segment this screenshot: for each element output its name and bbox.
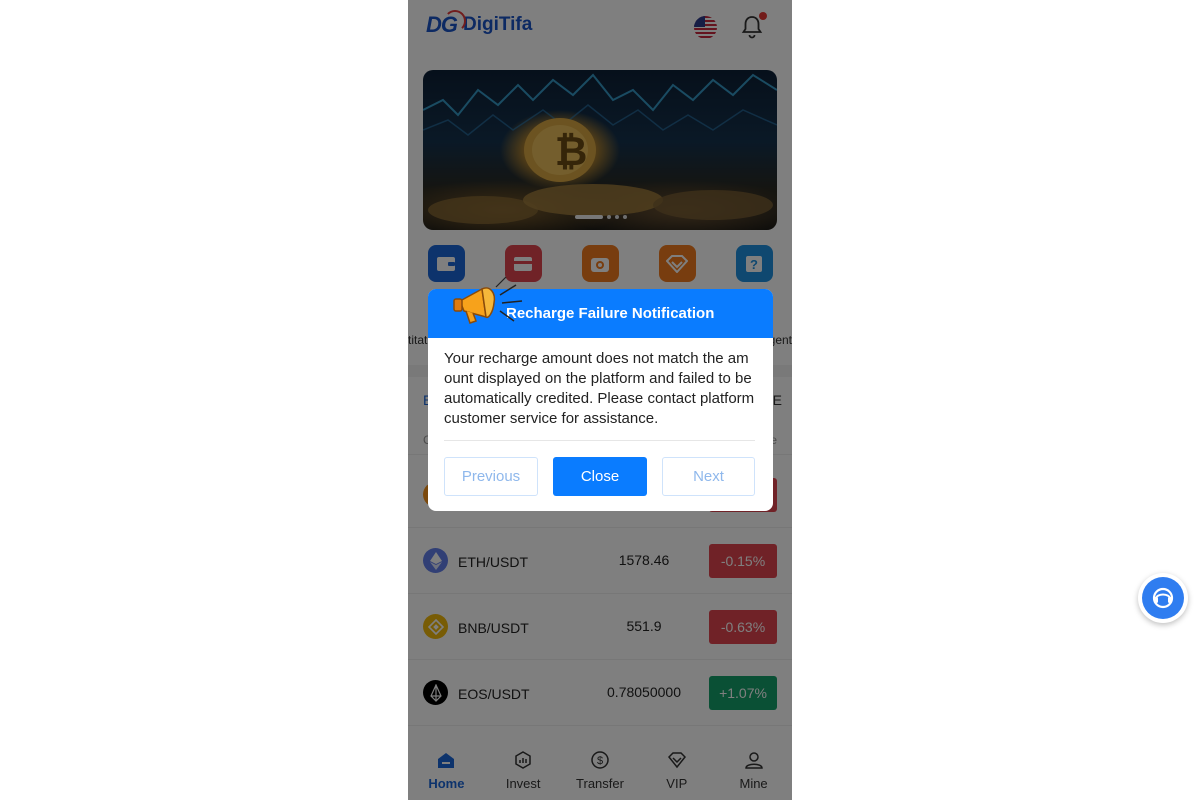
headset-icon <box>1142 577 1184 619</box>
previous-button[interactable]: Previous <box>444 457 538 496</box>
recharge-failure-dialog: Recharge Failure Notification Your recha… <box>428 276 773 511</box>
dialog-message: Your recharge amount does not match the … <box>444 350 755 427</box>
dialog-divider <box>444 440 755 441</box>
dialog-title: Recharge Failure Notification <box>506 305 715 322</box>
customer-support-button[interactable] <box>1138 573 1188 623</box>
megaphone-icon <box>453 276 523 324</box>
mobile-app-viewport: DG DigiTifa ₿ <box>408 0 792 800</box>
next-button[interactable]: Next <box>662 457 755 496</box>
close-button[interactable]: Close <box>553 457 647 496</box>
